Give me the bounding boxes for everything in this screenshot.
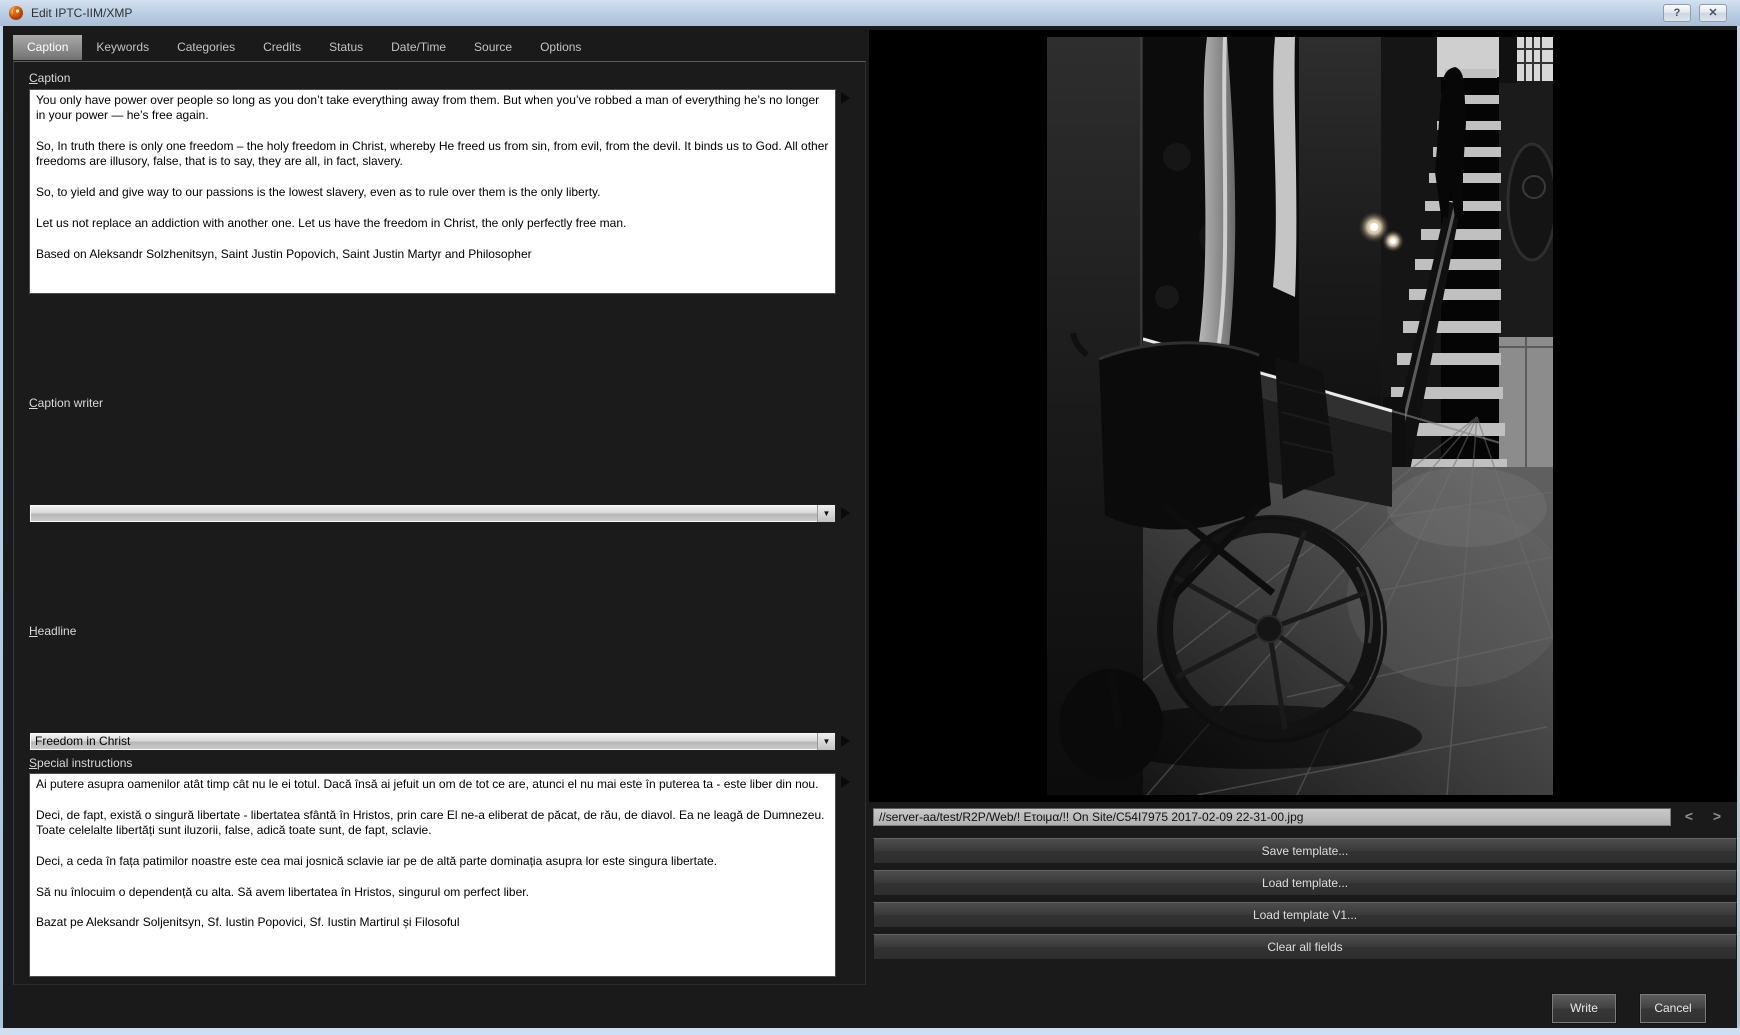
chevron-down-icon[interactable]: ▼	[817, 505, 835, 522]
special-instructions-expand-icon[interactable]	[841, 776, 850, 788]
caption-tab-page: Caption You only have power over people …	[13, 61, 866, 985]
window-title: Edit IPTC-IIM/XMP	[31, 6, 133, 20]
caption-writer-combobox[interactable]: ▼	[29, 504, 836, 523]
photo-panel	[869, 30, 1737, 802]
clear-all-fields-button[interactable]: Clear all fields	[873, 934, 1737, 960]
save-template-button[interactable]: Save template...	[873, 838, 1737, 864]
window-border	[0, 1028, 1740, 1035]
caption-writer-expand-icon[interactable]	[841, 507, 850, 519]
app-icon	[9, 6, 23, 20]
tab-bar: Caption Keywords Categories Credits Stat…	[13, 33, 595, 60]
edit-iptc-dialog: Edit IPTC-IIM/XMP ? ✕ Caption Keywords C…	[0, 0, 1740, 1035]
load-template-v1-button[interactable]: Load template V1...	[873, 902, 1737, 928]
cancel-button[interactable]: Cancel	[1640, 994, 1706, 1023]
caption-writer-label: Caption writer	[29, 396, 104, 410]
tab-status[interactable]: Status	[315, 35, 377, 60]
tab-source[interactable]: Source	[460, 35, 526, 60]
load-template-button[interactable]: Load template...	[873, 870, 1737, 896]
special-instructions-input[interactable]: Ai putere asupra oamenilor atât timp cât…	[29, 773, 836, 977]
headline-combobox[interactable]: Freedom in Christ ▼	[29, 732, 836, 751]
caption-label: Caption	[29, 71, 71, 85]
tab-categories[interactable]: Categories	[163, 35, 249, 60]
window-border	[0, 26, 3, 1028]
headline-expand-icon[interactable]	[841, 735, 850, 747]
caption-expand-icon[interactable]	[841, 92, 850, 104]
headline-value: Freedom in Christ	[35, 734, 131, 748]
help-button[interactable]: ?	[1663, 4, 1691, 22]
next-image-icon[interactable]: >	[1706, 805, 1728, 827]
titlebar[interactable]: Edit IPTC-IIM/XMP	[0, 0, 1740, 26]
write-button[interactable]: Write	[1552, 994, 1616, 1023]
tab-caption[interactable]: Caption	[13, 35, 83, 60]
tab-credits[interactable]: Credits	[249, 35, 315, 60]
caption-writer-value	[30, 505, 817, 522]
caption-input[interactable]: You only have power over people so long …	[29, 89, 836, 294]
close-icon[interactable]: ✕	[1699, 4, 1727, 22]
headline-label: Headline	[29, 624, 77, 638]
special-instructions-label: Special instructions	[29, 756, 133, 770]
image-path-field[interactable]: //server-aa/test/R2P/Web/! Ετοιμα/!! On …	[873, 808, 1671, 826]
tab-options[interactable]: Options	[526, 35, 595, 60]
tab-keywords[interactable]: Keywords	[82, 35, 163, 60]
preview-photo	[1047, 37, 1553, 795]
chevron-down-icon[interactable]: ▼	[817, 733, 835, 750]
previous-image-icon[interactable]: <	[1678, 805, 1700, 827]
tab-datetime[interactable]: Date/Time	[377, 35, 460, 60]
